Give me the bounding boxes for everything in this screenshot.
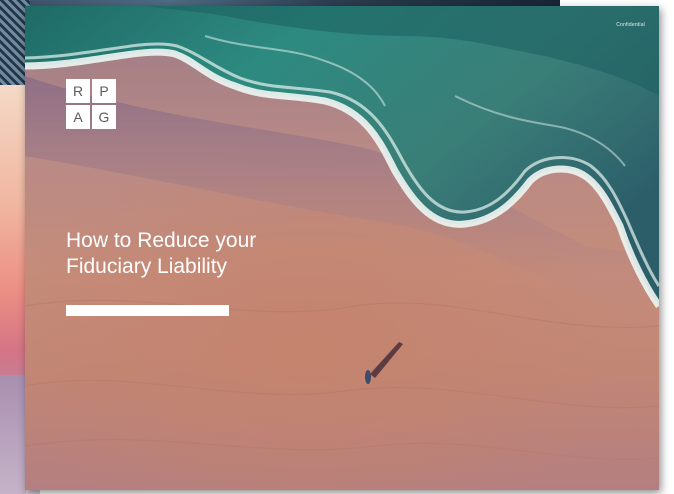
title-line-2: Fiduciary Liability	[66, 255, 228, 278]
cover-slide: Confidential R P A G How to Reduce your …	[25, 6, 659, 490]
sand-ripple-2	[25, 379, 659, 409]
document-preview: Confidential R P A G How to Reduce your …	[0, 0, 674, 494]
title-accent-bar	[66, 305, 229, 316]
person-figure	[365, 370, 371, 384]
document-title: How to Reduce your Fiduciary Liability	[66, 228, 406, 280]
sand-ripple-3	[25, 439, 659, 460]
background-page-strip	[0, 375, 26, 494]
person-shadow	[370, 342, 403, 378]
confidential-label: Confidential	[616, 22, 645, 28]
logo-letter-g: G	[92, 105, 116, 129]
title-line-1: How to Reduce your	[66, 229, 257, 252]
logo-letter-r: R	[66, 79, 90, 103]
rpag-logo: R P A G	[66, 79, 118, 131]
logo-letter-a: A	[66, 105, 90, 129]
logo-letter-p: P	[92, 79, 116, 103]
